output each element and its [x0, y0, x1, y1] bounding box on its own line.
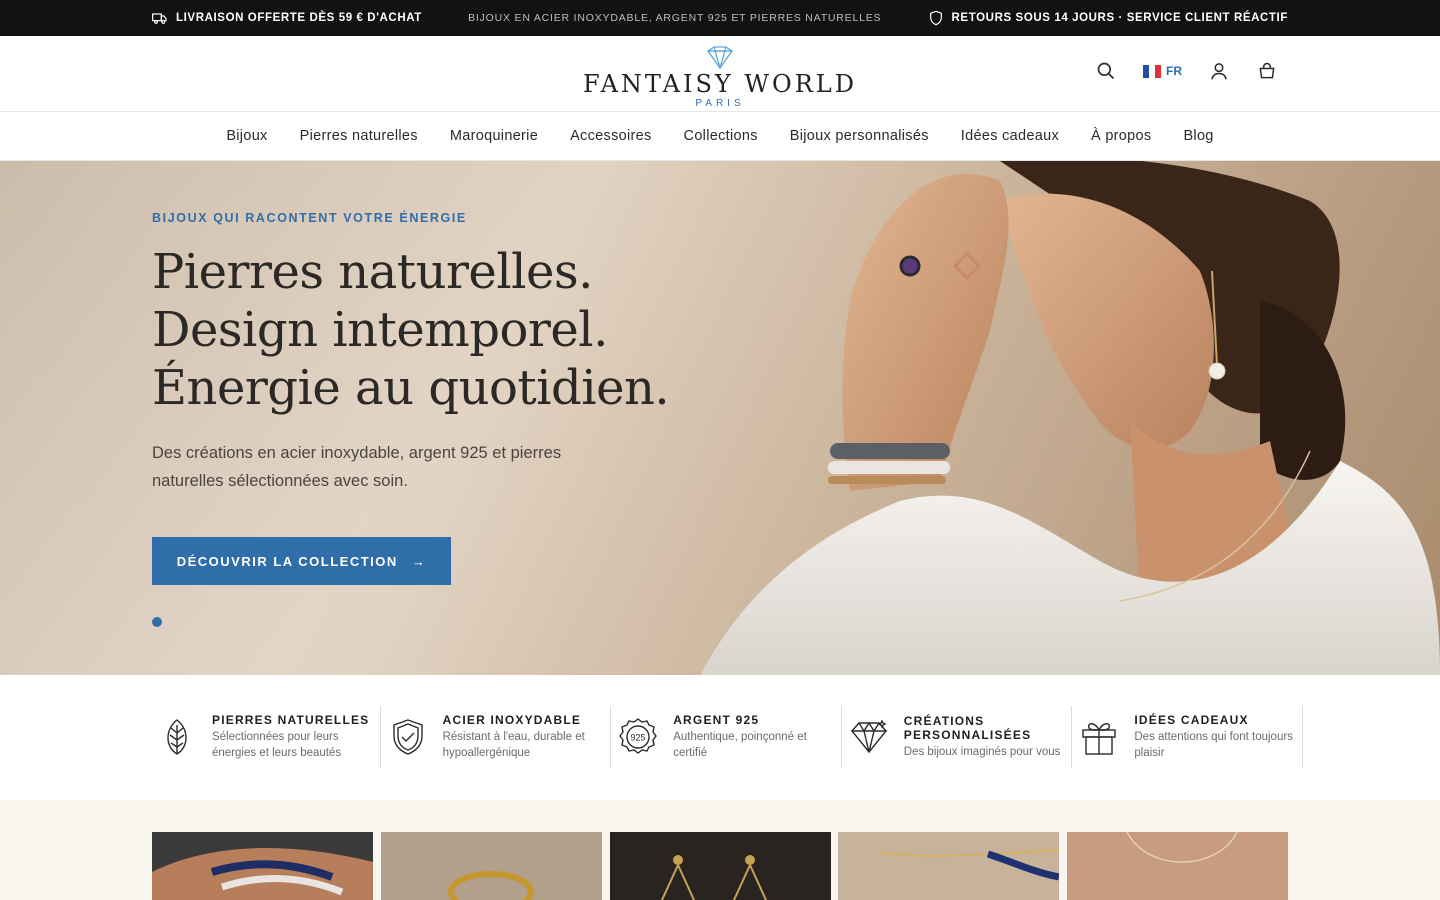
shield-icon [929, 10, 942, 26]
feature-desc: Des bijoux imaginés pour vous [903, 746, 1061, 758]
cta-label: DÉCOUVRIR LA COLLECTION [176, 553, 398, 569]
shield-check-icon [392, 719, 423, 755]
hallmark-925-icon: 925 [619, 718, 658, 754]
discover-collection-button[interactable]: DÉCOUVRIR LA COLLECTION → [152, 537, 451, 585]
returns-text: RETOURS SOUS 14 JOURS · SERVICE CLIENT R… [951, 12, 1288, 24]
user-icon [1211, 63, 1227, 80]
feature-title: IDÉES CADEAUX [1134, 713, 1249, 727]
feature-desc: Des attentions qui font toujours plaisir [1134, 731, 1293, 759]
nav-item-idees-cadeaux[interactable]: Idées cadeaux [961, 128, 1059, 144]
hero-title: Pierres naturelles. Design intemporel. É… [152, 243, 712, 417]
nav-item-accessoires[interactable]: Accessoires [570, 128, 651, 144]
product-image-earrings[interactable] [610, 832, 831, 900]
search-button[interactable] [1095, 60, 1117, 82]
shipping-text: LIVRAISON OFFERTE DÈS 59 € D'ACHAT [176, 12, 422, 24]
feature-desc: Sélectionnées pour leurs énergies et leu… [212, 731, 342, 759]
main-nav: Bijoux Pierres naturelles Maroquinerie A… [0, 112, 1440, 161]
hero-model-photo [700, 161, 1440, 675]
flag-fr-icon [1143, 64, 1161, 78]
gift-icon [1082, 723, 1117, 755]
language-selector[interactable]: FR [1143, 64, 1182, 78]
account-button[interactable] [1208, 60, 1230, 82]
nav-item-a-propos[interactable]: À propos [1091, 128, 1151, 144]
cart-button[interactable] [1256, 60, 1278, 82]
nav-item-blog[interactable]: Blog [1183, 128, 1213, 144]
product-image-ring[interactable] [381, 832, 602, 900]
feature-pierres-naturelles: PIERRES NATURELLES Sélectionnées pour le… [152, 706, 381, 768]
hero-subtitle: Des créations en acier inoxydable, argen… [152, 444, 562, 490]
feature-desc: Authentique, poinçonné et certifié [673, 731, 807, 759]
product-strip [0, 800, 1440, 900]
language-label: FR [1166, 64, 1182, 78]
product-image-chain-bracelet[interactable] [838, 832, 1059, 900]
header-actions: FR [1095, 60, 1278, 82]
feature-acier-inoxydable: ACIER INOXYDABLE Résistant à l'eau, dura… [381, 706, 612, 768]
nav-item-bijoux[interactable]: Bijoux [226, 128, 267, 144]
feature-title: PIERRES NATURELLES [212, 713, 370, 727]
nav-item-pierres-naturelles[interactable]: Pierres naturelles [300, 128, 418, 144]
hero-eyebrow: BIJOUX QUI RACONTENT VOTRE ÉNERGIE [152, 211, 467, 225]
announcement-bar: LIVRAISON OFFERTE DÈS 59 € D'ACHAT BIJOU… [0, 0, 1440, 36]
arrow-right-icon: → [411, 553, 427, 569]
feature-argent-925: 925 ARGENT 925 Authentique, poinçonné et… [611, 706, 842, 768]
feature-title: ARGENT 925 [673, 713, 760, 727]
feature-title: ACIER INOXYDABLE [442, 713, 582, 727]
materials-notice: BIJOUX EN ACIER INOXYDABLE, ARGENT 925 E… [468, 12, 882, 24]
product-image-necklace[interactable] [1067, 832, 1288, 900]
diamond-icon [850, 719, 888, 754]
returns-notice: RETOURS SOUS 14 JOURS · SERVICE CLIENT R… [928, 10, 1288, 26]
brand-name: FANTAISY WORLD [583, 70, 857, 98]
hero-banner: BIJOUX QUI RACONTENT VOTRE ÉNERGIE Pierr… [0, 161, 1440, 675]
feature-idees-cadeaux: IDÉES CADEAUX Des attentions qui font to… [1072, 706, 1303, 768]
hero-title-line-3: Énergie au quotidien. [152, 360, 670, 416]
leaf-icon [167, 719, 187, 755]
features-row: PIERRES NATURELLES Sélectionnées pour le… [152, 706, 1303, 768]
hallmark-text: 925 [631, 733, 646, 743]
nav-item-bijoux-personnalises[interactable]: Bijoux personnalisés [790, 128, 929, 144]
nav-item-maroquinerie[interactable]: Maroquinerie [450, 128, 538, 144]
feature-creations-personnalisees: CRÉATIONS PERSONNALISÉES Des bijoux imag… [842, 706, 1073, 768]
search-icon [1097, 62, 1115, 80]
brand-city: PARIS [695, 98, 745, 109]
product-image-bracelets[interactable] [152, 832, 373, 900]
nav-item-collections[interactable]: Collections [684, 128, 758, 144]
bracelet-beads [828, 443, 950, 484]
truck-icon [152, 13, 167, 24]
logo[interactable]: FANTAISY WORLD PARIS [560, 46, 880, 109]
gem-logo-icon [706, 46, 734, 70]
bag-icon [1259, 62, 1275, 79]
hero-content: BIJOUX QUI RACONTENT VOTRE ÉNERGIE Pierr… [152, 211, 712, 495]
hero-title-line-1: Pierres naturelles. [152, 244, 593, 300]
shipping-notice: LIVRAISON OFFERTE DÈS 59 € D'ACHAT [152, 10, 422, 26]
carousel-dot-active[interactable] [152, 617, 162, 627]
site-header: FANTAISY WORLD PARIS FR [0, 36, 1440, 112]
feature-title: CRÉATIONS PERSONNALISÉES [903, 714, 1032, 742]
hero-title-line-2: Design intemporel. [152, 302, 608, 358]
feature-desc: Résistant à l'eau, durable et hypoallerg… [442, 731, 585, 759]
